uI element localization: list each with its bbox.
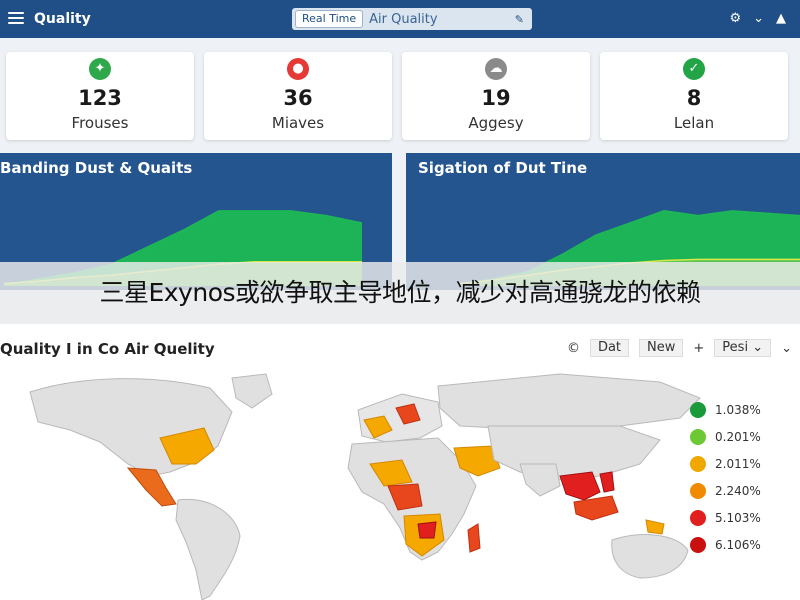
legend-swatch xyxy=(690,455,706,472)
chevron-down-icon[interactable]: ⌄ xyxy=(781,341,792,356)
map-title: Quality I in Co Air Quelity xyxy=(0,340,215,358)
map-region-africa-hotspot xyxy=(417,521,437,539)
edit-icon[interactable]: ✎ xyxy=(515,13,524,26)
map-region-madagascar xyxy=(467,523,481,553)
caption-overlay: 三星Exynos或欲争取主导地位，减少对高通骁龙的依赖 xyxy=(0,262,800,324)
map-region-greenland xyxy=(231,373,273,409)
map-region-south-asia xyxy=(519,463,561,497)
kpi-label: Frouses xyxy=(71,114,129,132)
legend-swatch xyxy=(690,482,706,499)
legend-swatch xyxy=(690,428,706,445)
world-map[interactable] xyxy=(0,364,800,600)
map-region-australia-hotspot xyxy=(645,519,665,535)
map-region-north-america xyxy=(29,378,233,477)
legend-item: 2.240% xyxy=(690,477,761,504)
kpi-label: Aggesy xyxy=(468,114,524,132)
legend-item: 2.011% xyxy=(690,450,761,477)
map-region-indonesia xyxy=(573,495,619,521)
app-title: Quality xyxy=(34,11,91,27)
kpi-label: Lelan xyxy=(673,114,715,132)
search-chip[interactable]: Real Time xyxy=(295,10,364,28)
legend-item: 5.103% xyxy=(690,504,761,531)
kpi-value: 19 xyxy=(481,86,511,110)
plus-icon[interactable]: + xyxy=(693,341,704,356)
post-dropdown[interactable]: Pesi ⌄ xyxy=(714,339,772,357)
new-button[interactable]: New xyxy=(639,339,684,357)
kpi-card[interactable]: ✦ 123 Frouses xyxy=(6,52,194,140)
map-legend: 1.038% 0.201% 2.011% 2.240% 5.103% 6.106… xyxy=(690,396,761,558)
menu-icon[interactable] xyxy=(8,12,24,24)
map-region-southeast-asia xyxy=(559,471,601,501)
check-icon: ✓ xyxy=(683,58,705,80)
top-bar: Quality Real Time Air Quality ✎ ⚙ ⌄ ▲ xyxy=(0,0,800,38)
kpi-value: 8 xyxy=(686,86,702,110)
map-region-mexico xyxy=(126,467,177,507)
map-region-australia xyxy=(611,534,689,579)
kpi-card[interactable]: ☁ 19 Aggesy xyxy=(402,52,590,140)
pin-icon: ✦ xyxy=(89,58,111,80)
kpi-value: 36 xyxy=(283,86,313,110)
legend-item: 0.201% xyxy=(690,423,761,450)
chevron-down-icon[interactable]: ⌄ xyxy=(753,11,764,26)
map-region-philippines xyxy=(599,471,615,493)
data-button[interactable]: Dat xyxy=(589,339,630,357)
map-region-russia xyxy=(437,373,701,431)
settings-icon[interactable]: ⚙ xyxy=(729,11,741,26)
legend-label: 2.240% xyxy=(715,483,761,498)
post-dropdown-label: Pesi xyxy=(722,340,749,355)
caption-text: 三星Exynos或欲争取主导地位，减少对高通骁龙的依赖 xyxy=(99,278,701,307)
kpi-card[interactable]: ✓ 8 Lelan xyxy=(600,52,788,140)
map-region-asia xyxy=(487,425,661,481)
legend-label: 6.106% xyxy=(715,537,761,552)
legend-swatch xyxy=(690,401,706,418)
legend-item: 1.038% xyxy=(690,396,761,423)
map-panel: Quality I in Co Air Quelity © Dat New + … xyxy=(0,324,800,600)
map-region-europe xyxy=(357,393,443,443)
search-bar[interactable]: Real Time Air Quality ✎ xyxy=(292,8,532,30)
kpi-card[interactable]: ● 36 Miaves xyxy=(204,52,392,140)
legend-label: 1.038% xyxy=(715,402,761,417)
legend-label: 0.201% xyxy=(715,429,761,444)
kpi-value: 123 xyxy=(78,86,122,110)
alert-icon[interactable]: ▲ xyxy=(776,11,786,26)
legend-label: 2.011% xyxy=(715,456,761,471)
copyright-icon[interactable]: © xyxy=(567,341,580,356)
legend-label: 5.103% xyxy=(715,510,761,525)
legend-item: 6.106% xyxy=(690,531,761,558)
map-region-south-america xyxy=(175,498,241,600)
kpi-label: Miaves xyxy=(271,114,325,132)
legend-swatch xyxy=(690,509,706,526)
alert-icon: ● xyxy=(287,58,309,80)
legend-swatch xyxy=(690,536,706,553)
cloud-icon: ☁ xyxy=(485,58,507,80)
search-value[interactable]: Air Quality xyxy=(369,12,515,27)
